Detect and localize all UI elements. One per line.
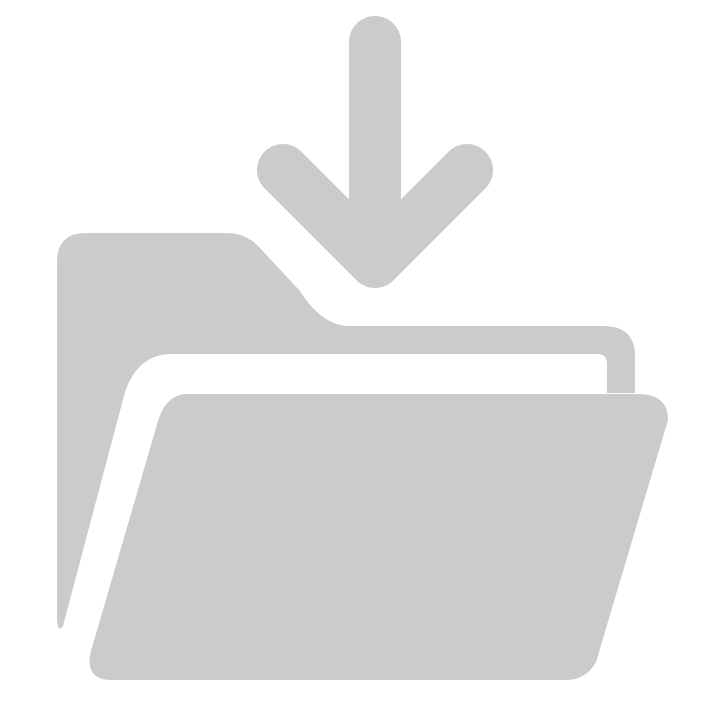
download-to-folder-icon	[57, 16, 669, 680]
icon-canvas	[0, 0, 728, 728]
folder-front-panel	[89, 394, 669, 680]
